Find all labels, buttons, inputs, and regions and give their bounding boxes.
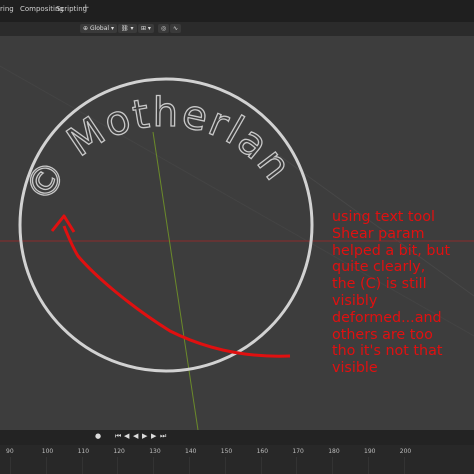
annotation-line: quite clearly, [332,259,426,276]
ruler-tick-label: 90 [6,448,14,455]
ruler-tick-label: 150 [220,448,233,455]
ruler-tick-line [403,457,405,474]
next-keyframe-button[interactable]: ▶ [151,432,156,440]
play-button[interactable]: ▶ [142,432,147,440]
ruler-tick-line [45,457,47,474]
keyframe-record-button[interactable]: ● [95,432,101,440]
ruler-tick-line [81,457,83,474]
play-reverse-button[interactable]: ◀ [133,432,138,440]
ruler-tick-label: 160 [256,448,269,455]
ruler-tick-line [332,457,334,474]
snap-icon[interactable]: ⊞ ▾ [138,24,154,33]
proportional-edit-icon[interactable]: ◎ [158,24,170,33]
global-icon: ⊕ [83,25,90,32]
timeline-header: ● ⏮ ◀ ◀ ▶ ▶ ⏭ [0,430,474,445]
ruler-tick-label: 100 [41,448,54,455]
annotation-line: others are too [332,326,433,343]
ruler-tick-label: 130 [149,448,161,455]
ruler-tick-line [10,457,11,474]
annotation-line: using text tool [332,209,435,225]
ruler-tick-label: 120 [113,448,125,455]
falloff-icon[interactable]: ∿ [170,24,182,33]
annotation-line: visible [332,360,378,377]
orientation-label: Global [89,25,110,32]
annotation-line: visibly [332,292,378,309]
annotation-line: helped a bit, but [332,242,451,259]
y-axis-line [152,131,199,430]
ruler-tick-line [368,457,369,474]
ruler-tick-label: 140 [185,448,197,455]
ruler-tick-line [189,457,190,474]
curve-text-object[interactable]: © Motherland [0,36,301,211]
annotation-line: deformed...and [332,309,442,326]
ruler-tick-line [224,457,226,474]
annotation-line: the (C) is still [332,276,427,293]
3d-viewport[interactable]: © Motherland using text toolShear paramh… [0,36,474,430]
add-workspace-button[interactable]: + [82,3,90,13]
ruler-tick-line [260,457,262,474]
ruler-tick-label: 180 [328,448,340,455]
annotation-text: using text tool Shear param helped a bit, … [332,209,472,377]
ruler-tick-line [153,457,155,474]
ruler-tick-label: 190 [364,448,376,455]
ruler-tick-label: 200 [399,448,412,455]
ruler-tick-line [296,457,298,474]
prev-keyframe-button[interactable]: ◀ [124,432,129,440]
orientation-dropdown[interactable]: ⊕ Global ▾ [80,24,117,33]
link-icon[interactable]: ⛓ ▾ [118,24,137,33]
annotation-line: Shear param [332,225,425,242]
jump-end-button[interactable]: ⏭ [160,432,166,441]
timeline-ruler[interactable]: 90 100 110 120 130 140 150 160 170 180 190 200 [0,445,474,474]
ruler-tick-label: 110 [77,448,90,455]
workspace-tabs-bar: ring Compositing Scripting + [0,0,474,23]
viewport-header: ⊕ Global ▾ ⛓ ▾ ⊞ ▾ ◎ ∿ [0,22,474,36]
ruler-tick-line [117,457,119,474]
jump-start-button[interactable]: ⏮ [115,432,121,441]
chevron-down-icon: ▾ [109,25,114,32]
ruler-tick-label: 170 [292,448,304,455]
annotation-line: tho it's not that [332,343,443,360]
arrow-head-icon [50,214,76,233]
tab-ring[interactable]: ring [0,5,14,13]
